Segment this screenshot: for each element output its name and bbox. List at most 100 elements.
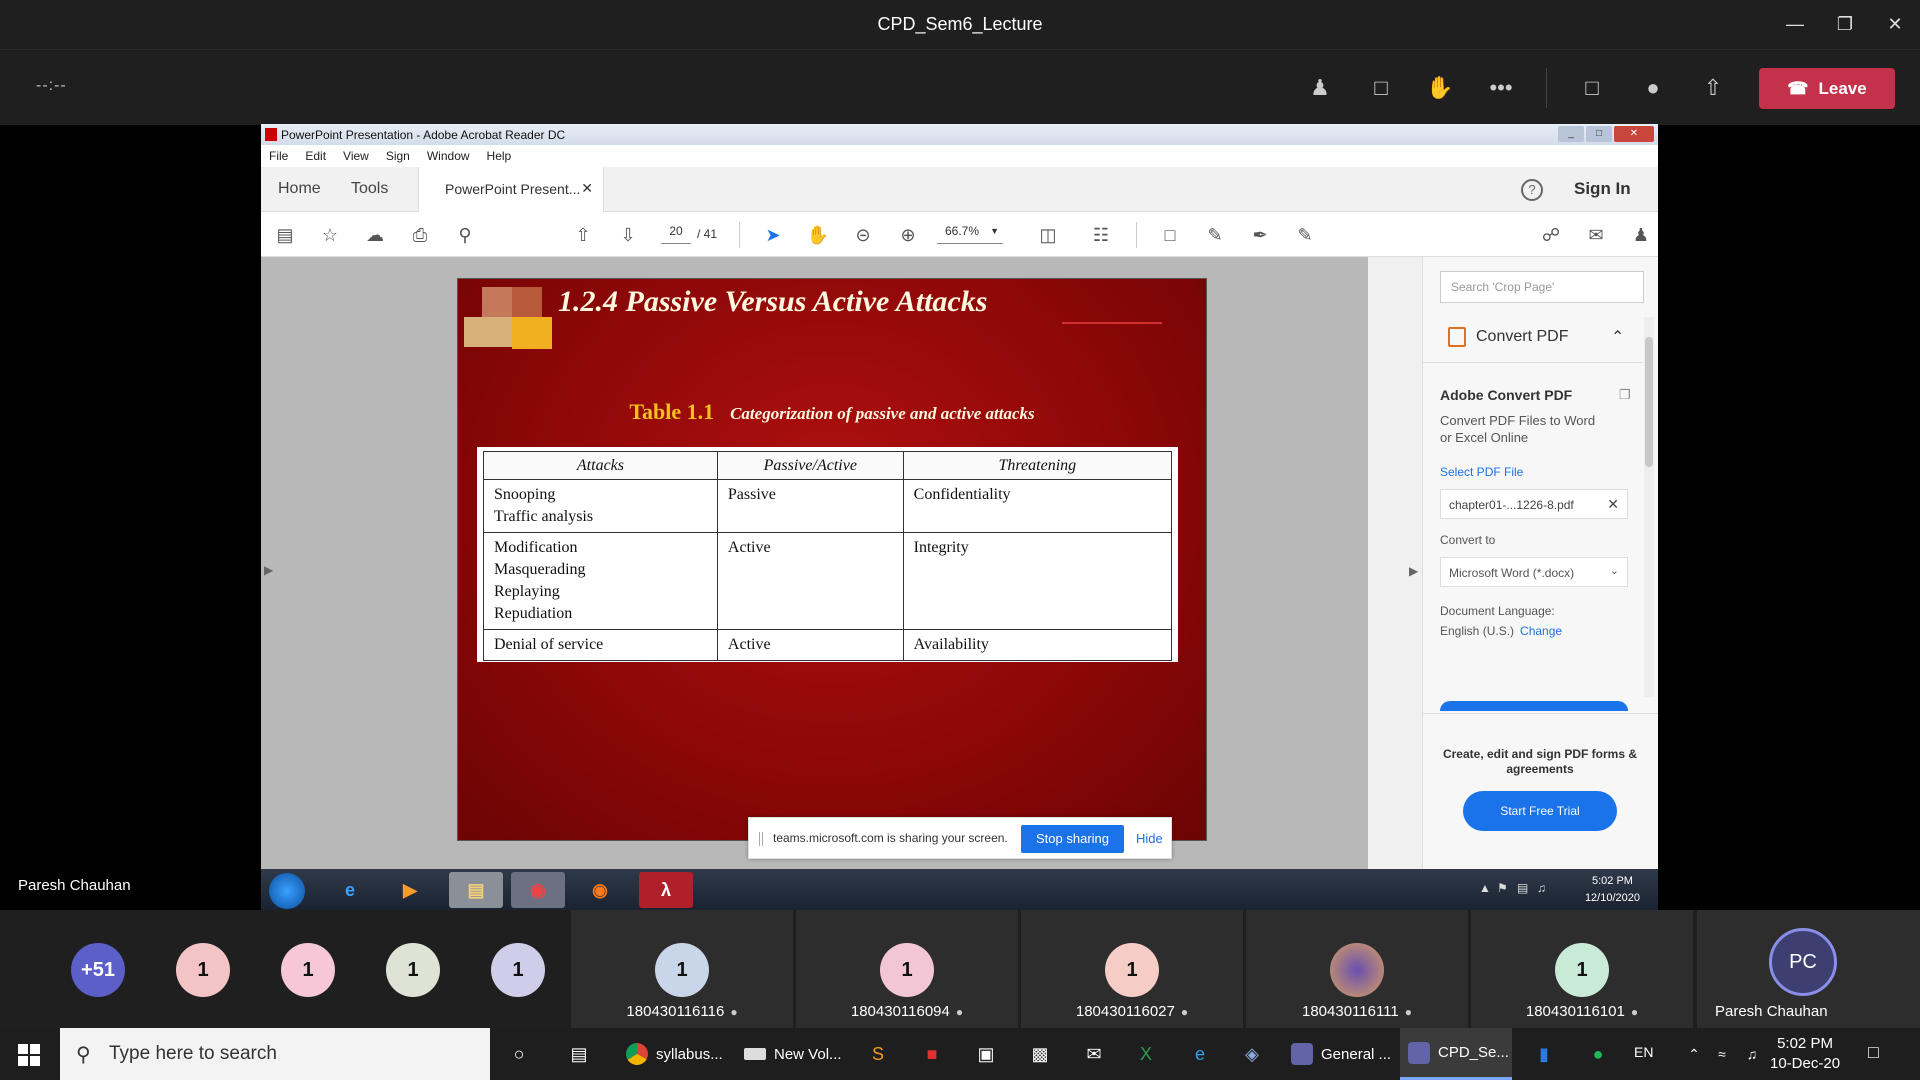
participant-tile[interactable]: 1 180430116094 ●: [796, 910, 1018, 1028]
upload-cloud-icon[interactable]: ☁: [363, 223, 387, 247]
raise-hand-icon[interactable]: ✋: [1424, 72, 1456, 104]
document-scrollbar[interactable]: [1368, 257, 1386, 910]
participant-avatar[interactable]: 1: [281, 943, 335, 997]
chat-icon[interactable]: □: [1365, 72, 1397, 104]
print-icon[interactable]: ⎙: [408, 223, 432, 247]
tab-document[interactable]: PowerPoint Present... ✕: [418, 167, 604, 212]
tray-flag-icon[interactable]: ⚑: [1497, 881, 1508, 895]
tab-home[interactable]: Home: [278, 180, 321, 198]
more-participants-button[interactable]: +51: [71, 943, 125, 997]
taskbar-search-box[interactable]: ⚲ Type here to search: [60, 1028, 490, 1080]
tray-expand-icon[interactable]: ▲: [1479, 881, 1491, 895]
wifi-icon[interactable]: ≈: [1708, 1040, 1736, 1068]
save-icon[interactable]: ▤: [273, 223, 297, 247]
acrobat-minimize-button[interactable]: _: [1558, 126, 1584, 142]
mail-icon[interactable]: ✉: [1080, 1040, 1108, 1068]
right-panel-toggle-icon[interactable]: ▶: [1409, 564, 1418, 578]
sublime-text-icon[interactable]: S: [864, 1040, 892, 1068]
zoom-out-icon[interactable]: ⊝: [851, 223, 875, 247]
restore-button[interactable]: ❐: [1820, 0, 1870, 49]
virtualbox-icon[interactable]: ◈: [1238, 1040, 1266, 1068]
taskbar-clock[interactable]: 5:02 PM 10-Dec-20: [1770, 1034, 1840, 1074]
convert-button[interactable]: [1440, 701, 1628, 711]
zoom-level-dropdown[interactable]: 66.7% ▼: [937, 224, 1003, 244]
add-user-icon[interactable]: ♟: [1629, 223, 1653, 247]
leave-button[interactable]: ☎ Leave: [1759, 68, 1895, 109]
change-language-link[interactable]: Change: [1520, 624, 1562, 638]
cortana-icon[interactable]: ○: [505, 1040, 533, 1068]
hand-tool-icon[interactable]: ✋: [806, 223, 830, 247]
file-explorer-icon[interactable]: ▤: [449, 872, 503, 908]
remove-file-icon[interactable]: ✕: [1607, 496, 1619, 513]
convert-pdf-header[interactable]: Convert PDF: [1448, 327, 1568, 347]
camera-off-icon[interactable]: □: [1576, 72, 1608, 104]
menu-help[interactable]: Help: [487, 149, 512, 163]
taskbar-app-explorer[interactable]: New Vol...: [736, 1028, 846, 1080]
menu-view[interactable]: View: [343, 149, 369, 163]
task-view-icon[interactable]: ▤: [565, 1040, 593, 1068]
participant-tile[interactable]: 180430116111 ●: [1246, 910, 1468, 1028]
highlight-pen-icon[interactable]: ✎: [1203, 223, 1227, 247]
fill-sign-icon[interactable]: ✎: [1293, 223, 1317, 247]
participant-tile[interactable]: 1 180430116116 ●: [571, 910, 793, 1028]
email-icon[interactable]: ✉: [1584, 223, 1608, 247]
more-actions-icon[interactable]: •••: [1485, 72, 1517, 104]
tray-expand-icon[interactable]: ⌃: [1680, 1040, 1708, 1068]
taskbar-app-teams-general[interactable]: General ...: [1283, 1028, 1395, 1080]
zoom-in-icon[interactable]: ⊕: [896, 223, 920, 247]
sign-icon[interactable]: ✒: [1248, 223, 1272, 247]
sign-in-button[interactable]: Sign In: [1574, 179, 1631, 199]
chevron-up-icon[interactable]: ⌃: [1611, 327, 1624, 347]
select-pdf-file-link[interactable]: Select PDF File: [1440, 465, 1523, 479]
minimize-button[interactable]: —: [1770, 0, 1820, 49]
taskbar-app-teams-meeting[interactable]: CPD_Se...: [1400, 1028, 1512, 1080]
firefox-icon[interactable]: ◉: [573, 872, 627, 908]
zoom-search-icon[interactable]: ⚲: [453, 223, 477, 247]
stop-sharing-button[interactable]: Stop sharing: [1021, 825, 1124, 853]
acrobat-taskbar-icon[interactable]: λ: [639, 872, 693, 908]
mic-icon[interactable]: ●: [1637, 72, 1669, 104]
win7-start-icon[interactable]: [269, 873, 305, 909]
bookmark-star-icon[interactable]: ☆: [318, 223, 342, 247]
windows-start-icon[interactable]: [18, 1044, 40, 1066]
select-cursor-icon[interactable]: ➤: [761, 223, 785, 247]
page-number-input[interactable]: 20: [661, 224, 691, 244]
help-icon[interactable]: ?: [1521, 179, 1543, 201]
comment-icon[interactable]: □: [1158, 223, 1182, 247]
language-indicator[interactable]: EN: [1634, 1044, 1653, 1060]
copy-icon[interactable]: ❐: [1619, 387, 1631, 403]
hide-link[interactable]: Hide: [1136, 831, 1163, 846]
document-area[interactable]: ▶ 1.2.4 Passive Versus Active Attacks Ta…: [261, 257, 1386, 910]
participant-tile[interactable]: 1 180430116101 ●: [1471, 910, 1693, 1028]
menu-file[interactable]: File: [269, 149, 288, 163]
taskbar-app-chrome[interactable]: syllabus...: [618, 1028, 728, 1080]
media-player-icon[interactable]: ▶: [383, 872, 437, 908]
edge-icon[interactable]: e: [1186, 1040, 1214, 1068]
drag-grip-icon[interactable]: [759, 832, 763, 846]
tab-tools[interactable]: Tools: [351, 180, 388, 198]
start-free-trial-button[interactable]: Start Free Trial: [1463, 791, 1617, 831]
acrobat-close-button[interactable]: ✕: [1614, 126, 1654, 142]
share-link-icon[interactable]: ☍: [1539, 223, 1563, 247]
format-dropdown[interactable]: Microsoft Word (*.docx) ⌄: [1440, 557, 1628, 587]
chrome-icon[interactable]: ◉: [511, 872, 565, 908]
pane-scrollbar[interactable]: [1644, 317, 1654, 697]
participant-avatar[interactable]: 1: [491, 943, 545, 997]
prev-page-icon[interactable]: ⇧: [571, 223, 595, 247]
scroll-thumb[interactable]: [1645, 337, 1653, 467]
mcafee-icon[interactable]: ■: [918, 1040, 946, 1068]
participant-tile[interactable]: 1 180430116027 ●: [1021, 910, 1243, 1028]
participant-avatar[interactable]: 1: [386, 943, 440, 997]
tools-search-input[interactable]: Search 'Crop Page': [1440, 271, 1644, 303]
excel-icon[interactable]: X: [1132, 1040, 1160, 1068]
volume-icon[interactable]: ♫: [1738, 1040, 1766, 1068]
menu-window[interactable]: Window: [427, 149, 470, 163]
terminal-icon[interactable]: ▩: [1026, 1040, 1054, 1068]
notifications-icon[interactable]: □: [1868, 1042, 1879, 1063]
close-tab-icon[interactable]: ✕: [581, 180, 593, 197]
internet-explorer-icon[interactable]: e: [323, 872, 377, 908]
close-button[interactable]: ✕: [1870, 0, 1920, 49]
tray-device-icon[interactable]: ▤: [1517, 881, 1528, 895]
participants-icon[interactable]: ♟: [1304, 72, 1336, 104]
acrobat-maximize-button[interactable]: □: [1586, 126, 1612, 142]
